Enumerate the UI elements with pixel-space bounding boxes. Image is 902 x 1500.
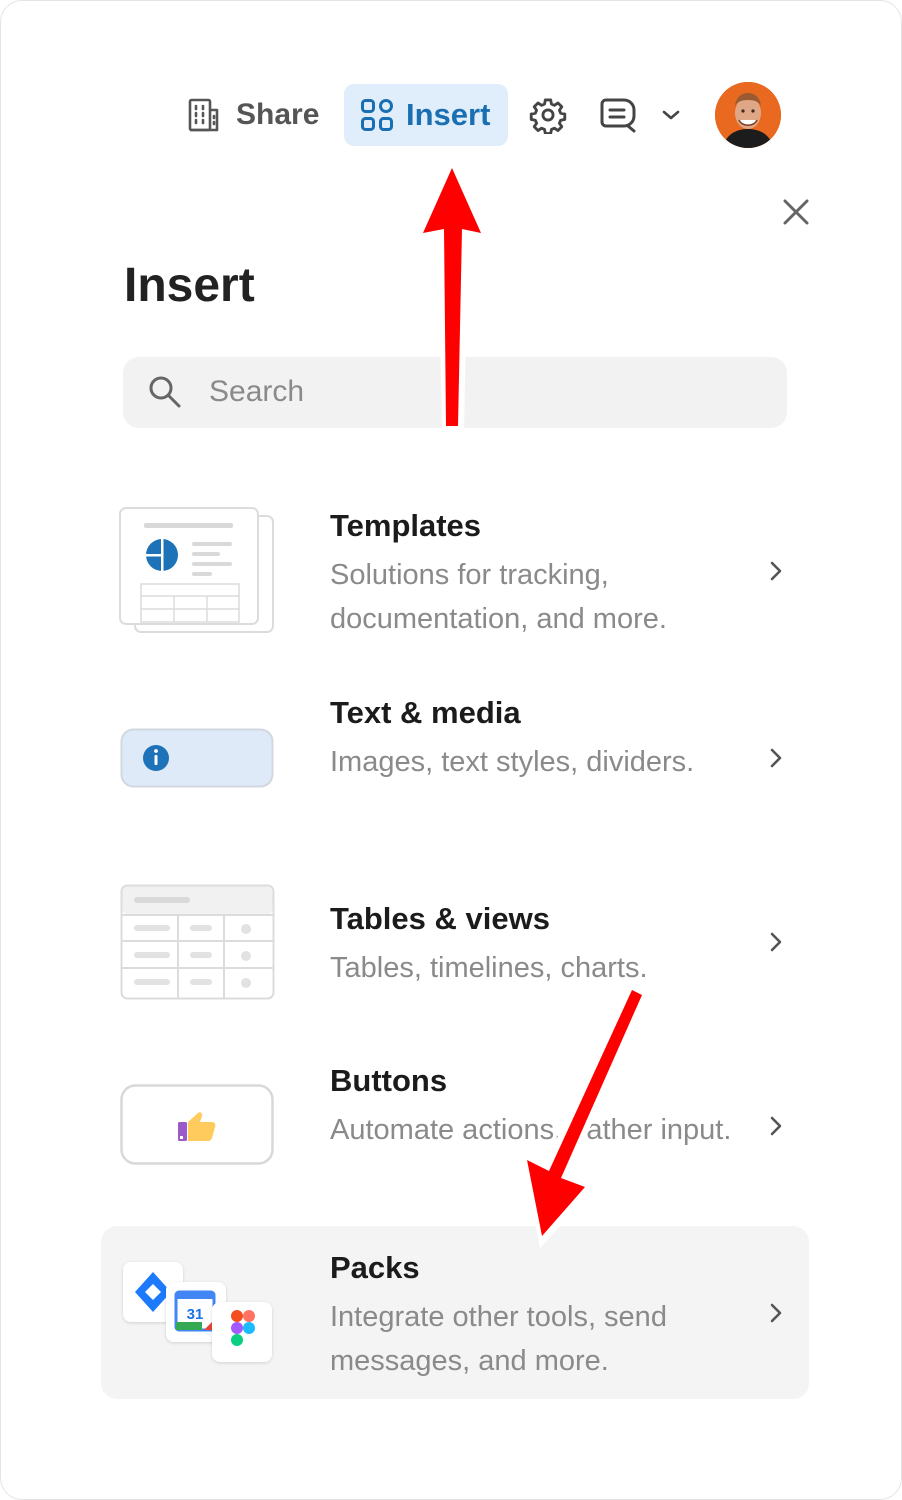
templates-illustration [119,506,275,634]
list-item-buttons[interactable]: Buttons Automate actions, gather input. [101,1050,809,1210]
packs-illustration: 31 [121,1260,277,1370]
item-title: Packs [330,1250,420,1285]
item-description: Images, text styles, dividers. [330,746,695,778]
list-item-text-media[interactable]: Text & media Images, text styles, divide… [101,680,809,840]
chevron-right-icon [769,747,783,769]
item-description: Solutions for tracking, documentation, a… [330,559,667,635]
buttons-illustration [120,1084,276,1168]
list-item-tables-views[interactable]: Tables & views Tables, timelines, charts… [101,880,809,1010]
calendar-date: 31 [187,1306,204,1323]
share-label: Share [236,98,320,131]
close-button[interactable] [778,194,814,230]
search-field[interactable]: Search [123,357,787,428]
close-icon [778,194,814,230]
chevron-right-icon [769,1115,783,1137]
comments-button[interactable] [596,84,640,146]
chevron-down-icon [661,109,681,121]
chevron-right-icon [769,1302,783,1324]
item-description: Automate actions, gather input. [330,1114,732,1146]
tables-illustration [120,884,276,1002]
panel-title: Insert [124,259,255,312]
building-icon [186,97,222,133]
search-icon [147,374,183,410]
grid-icon [360,98,394,132]
item-title: Buttons [330,1063,448,1098]
comment-icon [598,96,638,134]
list-item-packs[interactable]: 31 Packs Integrate other tools, send mes… [101,1226,809,1399]
chevron-right-icon [769,560,783,582]
item-description: Integrate other tools, send messages, an… [330,1301,667,1377]
share-button[interactable]: Share [186,84,319,146]
item-title: Templates [330,508,482,543]
insert-label: Insert [406,97,491,132]
more-dropdown[interactable] [658,84,684,146]
text-media-illustration [120,728,274,790]
settings-button[interactable] [526,84,570,146]
item-title: Tables & views [330,901,550,936]
item-description: Tables, timelines, charts. [330,952,648,984]
list-item-templates[interactable]: Templates Solutions for tracking, docume… [101,490,809,650]
gear-icon [529,96,567,134]
search-placeholder: Search [209,375,305,408]
insert-button[interactable]: Insert [344,84,508,146]
item-title: Text & media [330,695,521,730]
avatar[interactable] [715,82,781,148]
chevron-right-icon [769,931,783,953]
